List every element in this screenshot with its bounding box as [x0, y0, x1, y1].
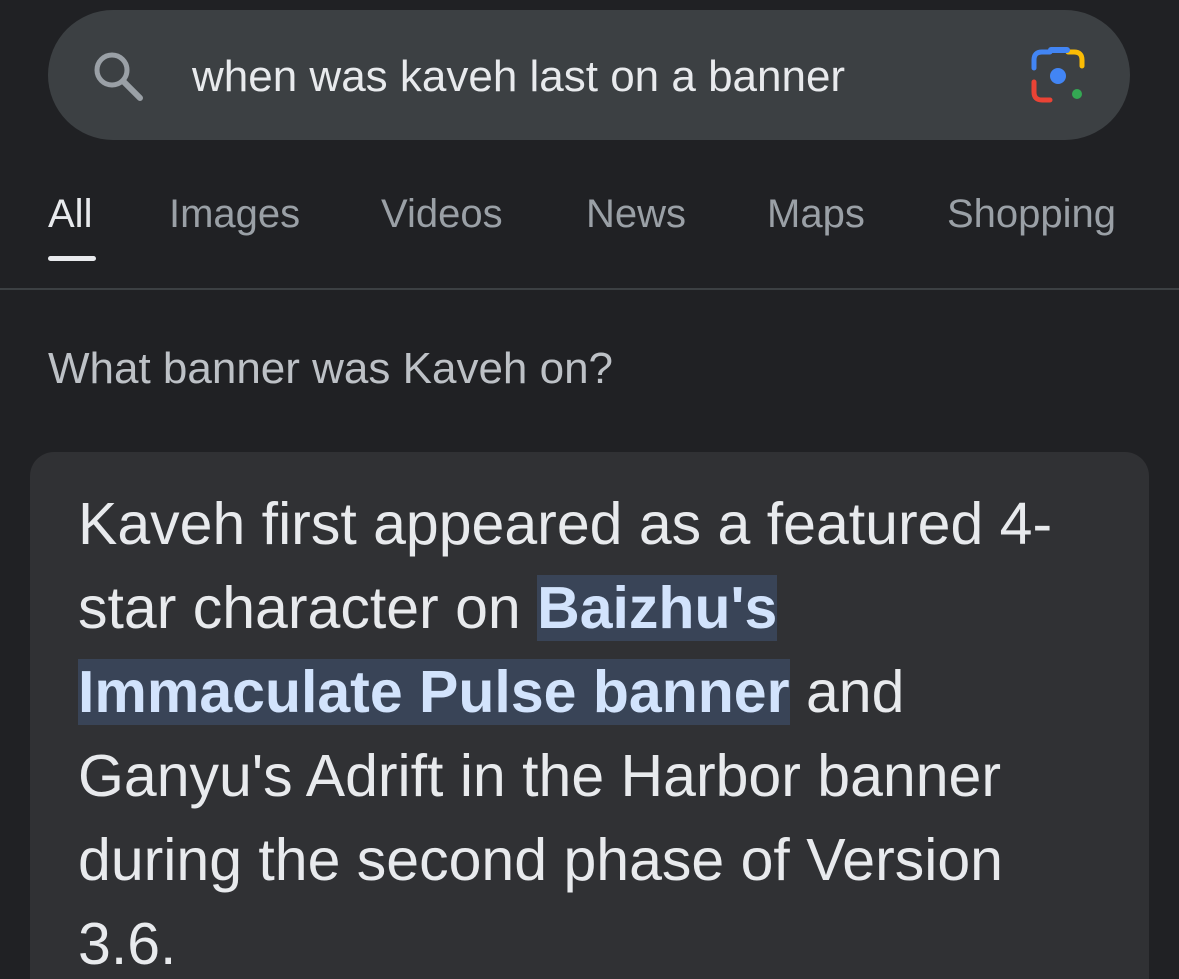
- featured-snippet-text: Kaveh first appeared as a featured 4-sta…: [78, 482, 1088, 979]
- tab-images[interactable]: Images: [169, 192, 300, 237]
- search-results-page: All Images Videos News Maps Shopping Wha…: [0, 0, 1179, 979]
- search-input[interactable]: [192, 40, 972, 114]
- tab-news[interactable]: News: [586, 192, 686, 237]
- featured-snippet-card: Kaveh first appeared as a featured 4-sta…: [30, 452, 1149, 979]
- featured-question: What banner was Kaveh on?: [48, 344, 614, 393]
- tab-all[interactable]: All: [48, 192, 92, 237]
- google-lens-icon[interactable]: [1028, 46, 1092, 106]
- tabs-divider: [0, 288, 1179, 290]
- search-tabs: All Images Videos News Maps Shopping: [0, 160, 1179, 290]
- tab-shopping[interactable]: Shopping: [947, 192, 1116, 237]
- active-tab-indicator: [48, 256, 96, 261]
- tab-videos[interactable]: Videos: [381, 192, 503, 237]
- search-icon[interactable]: [88, 48, 148, 104]
- tab-maps[interactable]: Maps: [767, 192, 865, 237]
